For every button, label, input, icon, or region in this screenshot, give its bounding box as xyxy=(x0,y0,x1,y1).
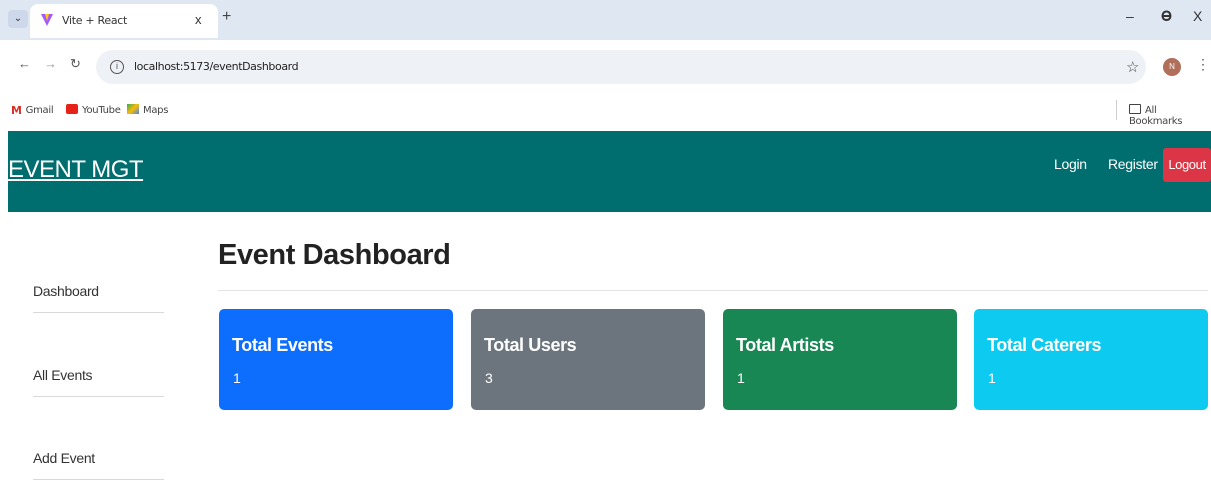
forward-arrow-icon[interactable]: → xyxy=(44,56,57,71)
all-bookmarks-button[interactable]: All Bookmarks xyxy=(1129,104,1211,127)
youtube-icon xyxy=(66,104,78,114)
register-link[interactable]: Register xyxy=(1108,156,1158,172)
logout-button[interactable]: Logout xyxy=(1163,148,1211,182)
login-link[interactable]: Login xyxy=(1054,156,1087,172)
stat-card-total-events: Total Events 1 xyxy=(219,309,453,410)
card-value: 1 xyxy=(988,370,996,386)
browser-tab-strip: ⌄ Vite + React x + – 𝚹 X xyxy=(0,0,1211,40)
profile-avatar[interactable]: N xyxy=(1163,58,1181,76)
url-text[interactable]: localhost:5173/eventDashboard xyxy=(134,60,299,73)
card-value: 1 xyxy=(737,370,745,386)
card-value: 1 xyxy=(233,370,241,386)
maps-icon xyxy=(127,104,139,114)
browser-menu-icon[interactable]: ⋮ xyxy=(1196,56,1210,73)
minimize-button[interactable]: – xyxy=(1126,8,1134,24)
page-title: Event Dashboard xyxy=(218,239,451,271)
tab-search-chevron-icon[interactable]: ⌄ xyxy=(8,10,28,28)
bookmark-youtube[interactable]: YouTube xyxy=(66,104,121,116)
card-title: Total Users xyxy=(484,335,577,355)
stat-card-total-caterers: Total Caterers 1 xyxy=(974,309,1208,410)
folder-icon xyxy=(1129,104,1141,114)
back-arrow-icon[interactable]: ← xyxy=(18,56,31,71)
card-title: Total Artists xyxy=(736,335,834,355)
sidebar-item-all-events[interactable]: All Events xyxy=(33,357,164,397)
new-tab-button[interactable]: + xyxy=(222,8,231,26)
bookmarks-bar xyxy=(0,96,1211,128)
vite-favicon-icon xyxy=(41,14,53,26)
gmail-icon: M xyxy=(11,104,22,117)
app-navbar: EVENT MGT Login Register Logout xyxy=(8,131,1211,212)
sidebar-item-label: Dashboard xyxy=(33,283,99,299)
sidebar-item-label: All Events xyxy=(33,367,93,383)
tab-close-icon[interactable]: x xyxy=(195,12,202,27)
restore-button[interactable]: 𝚹 xyxy=(1161,8,1172,25)
sidebar-item-dashboard[interactable]: Dashboard xyxy=(33,273,164,313)
close-window-button[interactable]: X xyxy=(1193,8,1202,24)
bookmarks-divider xyxy=(1116,100,1117,120)
card-title: Total Events xyxy=(232,335,333,355)
title-divider xyxy=(218,290,1208,291)
brand-link[interactable]: EVENT MGT xyxy=(8,156,144,184)
bookmark-gmail[interactable]: M Gmail xyxy=(11,104,54,117)
browser-tab[interactable]: Vite + React x xyxy=(30,4,218,38)
card-value: 3 xyxy=(485,370,493,386)
tab-title: Vite + React xyxy=(62,14,128,27)
reload-icon[interactable]: ↻ xyxy=(70,56,81,72)
sidebar-item-add-event[interactable]: Add Event xyxy=(33,440,164,480)
site-info-icon[interactable]: i xyxy=(110,60,124,74)
sidebar-item-label: Add Event xyxy=(33,450,95,466)
card-title: Total Caterers xyxy=(987,335,1102,355)
stat-card-total-users: Total Users 3 xyxy=(471,309,705,410)
url-bar[interactable]: i localhost:5173/eventDashboard xyxy=(96,50,1146,84)
bookmark-star-icon[interactable]: ☆ xyxy=(1126,58,1139,76)
stat-card-total-artists: Total Artists 1 xyxy=(723,309,957,410)
bookmark-maps[interactable]: Maps xyxy=(127,104,168,116)
